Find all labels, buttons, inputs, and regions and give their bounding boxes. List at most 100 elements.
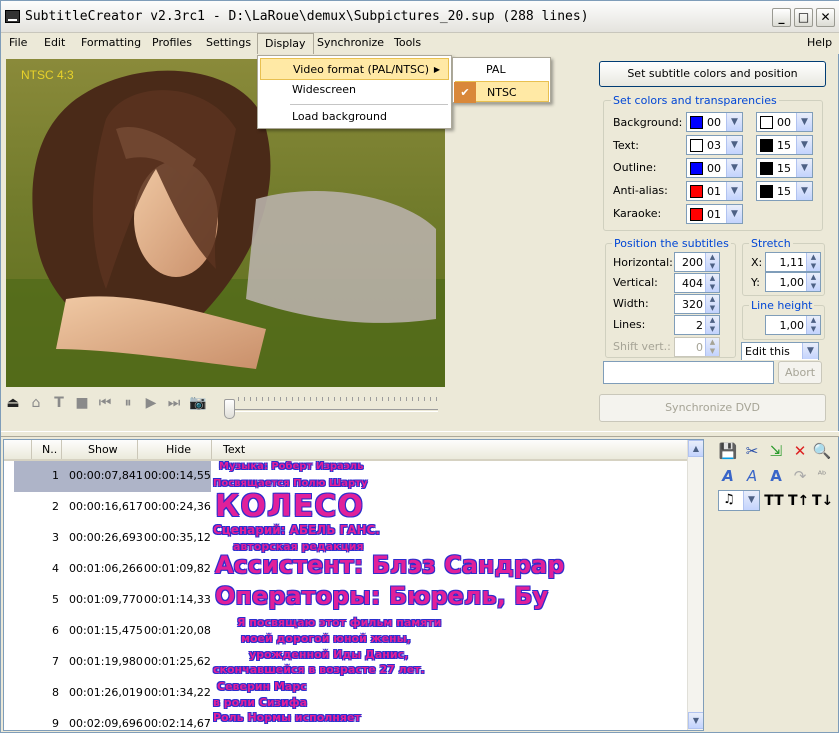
menu-item-ntsc[interactable]: ✔ NTSC xyxy=(454,81,549,103)
play-icon[interactable]: ▶ xyxy=(142,393,160,413)
bold-icon[interactable]: A xyxy=(766,466,786,486)
save-icon[interactable]: 💾 xyxy=(718,441,738,461)
text-transparency-combo[interactable]: 15 ▼ xyxy=(756,135,813,155)
outline-transparency-combo[interactable]: 15 ▼ xyxy=(756,158,813,178)
chevron-down-icon[interactable]: ▼ xyxy=(796,182,812,200)
horizontal-spinner[interactable]: 200 ▲ ▼ xyxy=(674,252,720,272)
menu-file[interactable]: File xyxy=(2,33,34,54)
background-transparency-combo[interactable]: 00 ▼ xyxy=(756,112,813,132)
up-down-icon[interactable]: ▲ ▼ xyxy=(705,295,719,313)
chevron-down-icon[interactable]: ▼ xyxy=(796,113,812,131)
table-row[interactable]: 3 00:00:26,693 00:00:35,124 xyxy=(4,523,218,554)
home-icon[interactable]: ⌂ xyxy=(27,393,45,413)
redo-icon[interactable]: ↷ xyxy=(790,466,810,486)
chevron-down-icon[interactable]: ▼ xyxy=(802,343,818,359)
column-header-number[interactable]: N.. xyxy=(32,440,62,459)
table-row[interactable]: 8 00:01:26,019 00:01:34,222 xyxy=(4,678,218,709)
menu-profiles[interactable]: Profiles xyxy=(145,33,199,54)
stop-icon[interactable]: ■ xyxy=(73,393,91,413)
table-row[interactable]: 2 00:00:16,617 00:00:24,365 xyxy=(4,492,218,523)
cut-icon[interactable]: ✂ xyxy=(742,441,762,461)
camera-icon[interactable]: 📷 xyxy=(189,393,207,413)
chevron-down-icon[interactable]: ▼ xyxy=(796,136,812,154)
up-down-icon[interactable]: ▲ ▼ xyxy=(705,274,719,292)
seek-slider-thumb[interactable] xyxy=(224,399,235,419)
text-color-combo[interactable]: 03 ▼ xyxy=(686,135,743,155)
karaoke-color-combo[interactable]: 01 ▼ xyxy=(686,204,743,224)
column-header-show[interactable]: Show xyxy=(62,440,138,459)
outline-color-combo[interactable]: 00 ▼ xyxy=(686,158,743,178)
abort-button[interactable]: Abort xyxy=(778,361,822,384)
delete-icon[interactable]: ✕ xyxy=(790,441,810,461)
menu-settings[interactable]: Settings xyxy=(199,33,258,54)
text-style-icon[interactable]: A xyxy=(718,466,738,486)
close-button[interactable]: ✕ xyxy=(816,8,835,27)
text-icon[interactable]: T xyxy=(50,393,68,413)
vertical-spinner[interactable]: 404 ▲ ▼ xyxy=(674,273,720,293)
menu-help[interactable]: Help xyxy=(800,33,839,54)
menu-item-load-background[interactable]: Load background xyxy=(260,106,449,128)
column-header-blank[interactable] xyxy=(4,440,32,459)
font-size-down-icon[interactable]: T↓ xyxy=(812,491,833,511)
menu-item-widescreen[interactable]: Widescreen xyxy=(260,79,449,101)
font-size-up-icon[interactable]: T↑ xyxy=(788,491,809,511)
subtitle-list[interactable]: N.. Show Hide Text 1 00:00:07,841 00:00:14… xyxy=(3,439,704,731)
stretch-x-spinner[interactable]: 1,11 ▲ ▼ xyxy=(765,252,821,272)
scroll-up-icon[interactable]: ▲ xyxy=(688,440,703,457)
eject-icon[interactable]: ⏏ xyxy=(4,393,22,413)
up-down-icon[interactable]: ▲ ▼ xyxy=(806,273,820,291)
up-down-icon[interactable]: ▲ ▼ xyxy=(705,338,719,356)
maximize-button[interactable]: □ xyxy=(794,8,813,27)
table-row[interactable]: 9 00:02:09,696 00:02:14,679 xyxy=(4,709,218,730)
chevron-down-icon[interactable]: ▼ xyxy=(726,136,742,154)
skip-forward-icon[interactable]: ⏭ xyxy=(165,393,183,413)
font-size-icon[interactable]: TT xyxy=(764,491,784,511)
chevron-down-icon[interactable]: ▼ xyxy=(726,182,742,200)
antialias-color-combo[interactable]: 01 ▼ xyxy=(686,181,743,201)
stretch-y-spinner[interactable]: 1,00 ▲ ▼ xyxy=(765,272,821,292)
pause-icon[interactable]: ⏸ xyxy=(119,393,137,413)
antialias-transparency-combo[interactable]: 15 ▼ xyxy=(756,181,813,201)
pane-splitter[interactable] xyxy=(1,431,839,437)
menu-tools[interactable]: Tools xyxy=(387,33,428,54)
menu-edit[interactable]: Edit xyxy=(37,33,72,54)
chevron-down-icon[interactable]: ▼ xyxy=(726,113,742,131)
up-down-icon[interactable]: ▲ ▼ xyxy=(705,253,719,271)
menu-formatting[interactable]: Formatting xyxy=(74,33,148,54)
menu-synchronize[interactable]: Synchronize xyxy=(310,33,391,54)
background-color-combo[interactable]: 00 ▼ xyxy=(686,112,743,132)
table-row[interactable]: 4 00:01:06,266 00:01:09,827 xyxy=(4,554,218,585)
chevron-down-icon[interactable]: ▼ xyxy=(796,159,812,177)
set-subtitle-colors-button[interactable]: Set subtitle colors and position xyxy=(599,61,826,87)
music-note-dropdown[interactable]: ♫ ▼ xyxy=(718,490,760,511)
spellcheck-icon[interactable]: ᴬᵇ xyxy=(812,466,832,486)
minimize-button[interactable]: _ xyxy=(772,8,791,27)
synchronize-dvd-button[interactable]: Synchronize DVD xyxy=(599,394,826,422)
app-icon[interactable] xyxy=(5,10,20,23)
menu-display[interactable]: Display xyxy=(257,33,314,54)
column-header-text[interactable]: Text xyxy=(212,440,687,459)
menu-item-video-format[interactable]: Video format (PAL/NTSC) ▶ xyxy=(260,58,449,80)
scroll-down-icon[interactable]: ▼ xyxy=(688,712,703,729)
shift-vert-spinner[interactable]: 0 ▲ ▼ xyxy=(674,337,720,357)
table-row[interactable]: 5 00:01:09,770 00:01:14,332 xyxy=(4,585,218,616)
subtitle-text-input[interactable] xyxy=(603,361,774,384)
width-spinner[interactable]: 320 ▲ ▼ xyxy=(674,294,720,314)
edit-mode-dropdown[interactable]: Edit this ▼ xyxy=(741,342,819,360)
up-down-icon[interactable]: ▲ ▼ xyxy=(705,316,719,334)
menu-item-pal[interactable]: PAL xyxy=(455,59,549,80)
table-row[interactable]: 6 00:01:15,475 00:01:20,083 xyxy=(4,616,218,647)
skip-back-icon[interactable]: ⏮ xyxy=(96,393,114,413)
column-header-hide[interactable]: Hide xyxy=(138,440,212,459)
chevron-down-icon[interactable]: ▼ xyxy=(726,205,742,223)
title-bar[interactable]: SubtitleCreator v2.3rc1 - D:\LaRoue\demu… xyxy=(1,1,839,33)
merge-icon[interactable]: ⇲ xyxy=(766,441,786,461)
line-height-spinner[interactable]: 1,00 ▲ ▼ xyxy=(765,315,821,335)
lines-spinner[interactable]: 2 ▲ ▼ xyxy=(674,315,720,335)
seek-track[interactable] xyxy=(224,409,438,412)
italic-icon[interactable]: A xyxy=(742,466,762,486)
chevron-down-icon[interactable]: ▼ xyxy=(743,491,759,510)
chevron-down-icon[interactable]: ▼ xyxy=(726,159,742,177)
list-scrollbar[interactable]: ▲ ▼ xyxy=(687,440,703,730)
table-row[interactable]: 1 00:00:07,841 00:00:14,554 xyxy=(14,461,218,492)
